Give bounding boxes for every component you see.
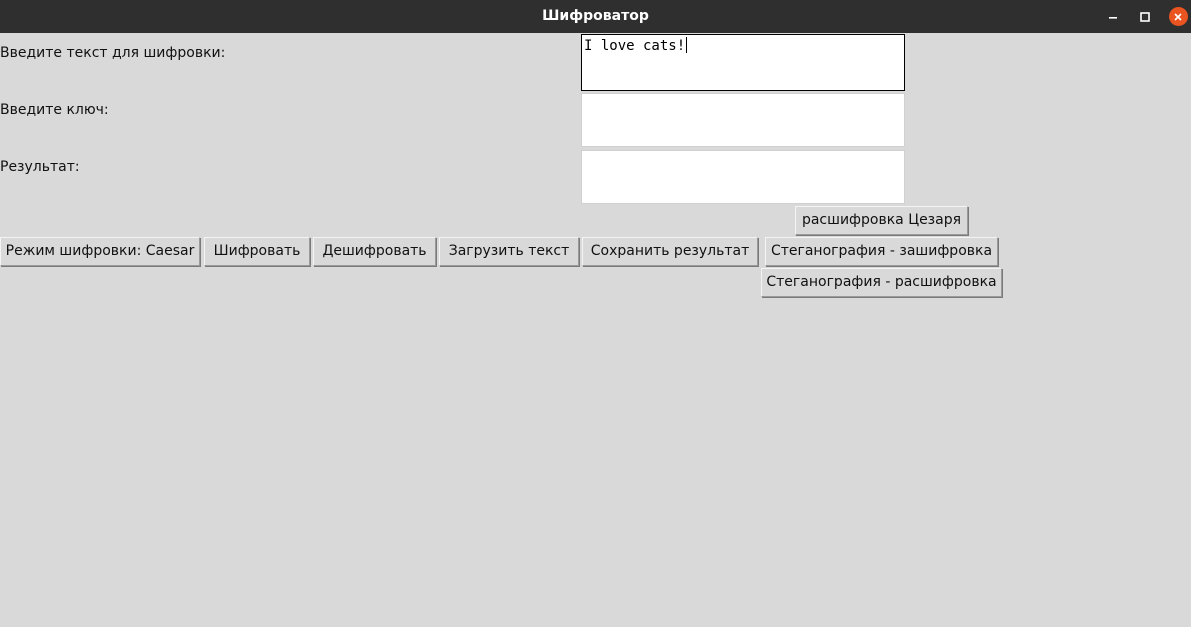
caesar-decrypt-button[interactable]: расшифровка Цезаря: [795, 206, 968, 235]
stego-decrypt-button[interactable]: Стеганография - расшифровка: [761, 268, 1002, 297]
key-input-label: Введите ключ:: [0, 102, 109, 118]
cipher-mode-button[interactable]: Режим шифровки: Caesar: [0, 237, 200, 266]
result-output-area[interactable]: [581, 150, 905, 204]
decrypt-button[interactable]: Дешифровать: [313, 237, 436, 266]
close-icon-circle: [1168, 7, 1188, 26]
text-cursor: [686, 37, 688, 53]
window-titlebar: Шифроватор: [0, 0, 1191, 33]
text-input-area[interactable]: I love cats!: [581, 34, 905, 91]
close-button[interactable]: [1163, 0, 1191, 33]
text-input-label: Введите текст для шифровки:: [0, 45, 226, 61]
maximize-icon: [1140, 11, 1150, 22]
load-text-button[interactable]: Загрузить текст: [439, 237, 579, 266]
close-icon: [1174, 12, 1182, 21]
save-result-button[interactable]: Сохранить результат: [582, 237, 758, 266]
window-title: Шифроватор: [542, 8, 649, 24]
stego-encrypt-button[interactable]: Стеганография - зашифровка: [765, 237, 998, 266]
key-input-area[interactable]: [581, 93, 905, 147]
encrypt-button[interactable]: Шифровать: [204, 237, 310, 266]
minimize-icon: [1109, 16, 1117, 19]
minimize-button[interactable]: [1098, 0, 1128, 33]
result-label: Результат:: [0, 159, 80, 175]
maximize-button[interactable]: [1130, 0, 1160, 33]
text-input-value: I love cats!: [584, 38, 686, 54]
